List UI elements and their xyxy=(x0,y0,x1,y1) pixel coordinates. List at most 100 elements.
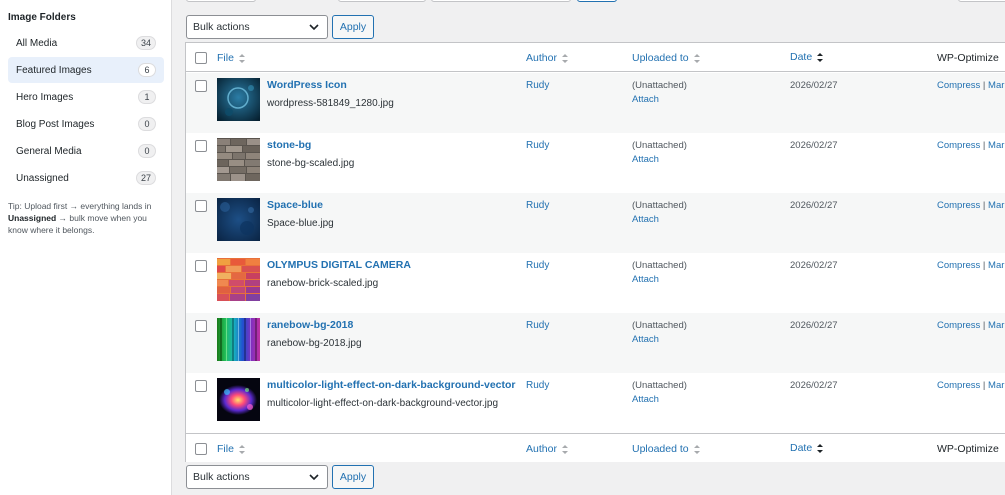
sidebar-title: Image Folders xyxy=(8,12,76,23)
chevron-down-icon xyxy=(309,24,319,31)
compress-link[interactable]: Compress xyxy=(937,140,980,151)
folder-count-badge: 34 xyxy=(135,36,156,50)
attach-link[interactable]: Attach xyxy=(632,214,659,225)
attach-link[interactable]: Attach xyxy=(632,334,659,345)
compress-link[interactable]: Compress xyxy=(937,80,980,91)
column-date-footer[interactable]: Date xyxy=(790,442,824,454)
uploaded-to-status: (Unattached) xyxy=(632,260,687,271)
column-file-footer[interactable]: File xyxy=(217,443,246,455)
column-author-label: Author xyxy=(526,443,557,455)
file-title-link[interactable]: OLYMPUS DIGITAL CAMERA xyxy=(267,259,411,271)
light-effect-thumb[interactable] xyxy=(217,378,260,421)
file-name: ranebow-bg-2018.jpg xyxy=(267,338,362,349)
table-header: File Author Uploaded to Date WP-Optimize xyxy=(186,43,1005,72)
mark-link[interactable]: Mark xyxy=(988,80,1005,91)
table-row: stone-bg stone-bg-scaled.jpg Rudy (Unatt… xyxy=(186,133,1005,193)
column-author-footer[interactable]: Author xyxy=(526,443,569,455)
table-row: OLYMPUS DIGITAL CAMERA ranebow-brick-sca… xyxy=(186,253,1005,313)
file-title-link[interactable]: multicolor-light-effect-on-dark-backgrou… xyxy=(267,379,516,391)
compress-link[interactable]: Compress xyxy=(937,380,980,391)
select-all-checkbox-footer[interactable] xyxy=(195,443,207,455)
apply-button[interactable]: Apply xyxy=(332,15,374,39)
folder-general-media[interactable]: General Media 0 xyxy=(8,138,164,164)
bulk-actions-label: Bulk actions xyxy=(193,21,250,33)
rainbow-stripes-thumb[interactable] xyxy=(217,318,260,361)
folder-label: Featured Images xyxy=(16,64,92,76)
compress-link[interactable]: Compress xyxy=(937,260,980,271)
row-checkbox[interactable] xyxy=(195,140,207,152)
bulk-actions-select-bottom[interactable]: Bulk actions xyxy=(186,465,328,489)
stone-wall-thumb[interactable] xyxy=(217,138,260,181)
column-wp-optimize-label: WP-Optimize xyxy=(937,443,999,455)
folder-hero-images[interactable]: Hero Images 1 xyxy=(8,84,164,110)
table-row: ranebow-bg-2018 ranebow-bg-2018.jpg Rudy… xyxy=(186,313,1005,373)
column-wp-optimize-label: WP-Optimize xyxy=(937,52,999,64)
attach-link[interactable]: Attach xyxy=(632,394,659,405)
column-file[interactable]: File xyxy=(217,52,246,64)
column-wp-optimize: WP-Optimize xyxy=(937,52,999,64)
compress-link[interactable]: Compress xyxy=(937,320,980,331)
attach-link[interactable]: Attach xyxy=(632,94,659,105)
file-name: ranebow-brick-scaled.jpg xyxy=(267,278,379,289)
row-checkbox[interactable] xyxy=(195,80,207,92)
file-title-link[interactable]: WordPress Icon xyxy=(267,79,347,91)
file-title-link[interactable]: ranebow-bg-2018 xyxy=(267,319,353,331)
bulk-actions-select[interactable]: Bulk actions xyxy=(186,15,328,39)
tip-text: Tip: Upload first → everything lands in xyxy=(8,201,152,211)
uploaded-to-status: (Unattached) xyxy=(632,380,687,391)
author-link[interactable]: Rudy xyxy=(526,80,549,91)
table-row: multicolor-light-effect-on-dark-backgrou… xyxy=(186,373,1005,433)
file-name: wordpress-581849_1280.jpg xyxy=(267,98,394,109)
author-link[interactable]: Rudy xyxy=(526,380,549,391)
attach-link[interactable]: Attach xyxy=(632,274,659,285)
file-name: multicolor-light-effect-on-dark-backgrou… xyxy=(267,398,499,409)
mark-link[interactable]: Mark xyxy=(988,140,1005,151)
upload-date: 2026/02/27 xyxy=(790,80,838,91)
mark-link[interactable]: Mark xyxy=(988,320,1005,331)
folder-blog-post-images[interactable]: Blog Post Images 0 xyxy=(8,111,164,137)
top-control-stub xyxy=(338,0,426,2)
author-link[interactable]: Rudy xyxy=(526,200,549,211)
column-author-label: Author xyxy=(526,52,557,64)
table-row: Space-blue Space-blue.jpg Rudy (Unattach… xyxy=(186,193,1005,253)
row-checkbox[interactable] xyxy=(195,200,207,212)
uploaded-to-status: (Unattached) xyxy=(632,200,687,211)
compress-link[interactable]: Compress xyxy=(937,200,980,211)
wpo-actions: Compress | Mark xyxy=(937,200,1005,211)
author-link[interactable]: Rudy xyxy=(526,260,549,271)
file-title-link[interactable]: Space-blue xyxy=(267,199,323,211)
mark-link[interactable]: Mark xyxy=(988,380,1005,391)
author-link[interactable]: Rudy xyxy=(526,320,549,331)
space-blue-thumb[interactable] xyxy=(217,198,260,241)
mark-link[interactable]: Mark xyxy=(988,260,1005,271)
author-link[interactable]: Rudy xyxy=(526,140,549,151)
column-uploaded-to-label: Uploaded to xyxy=(632,52,689,64)
file-title-link[interactable]: stone-bg xyxy=(267,139,311,151)
column-date[interactable]: Date xyxy=(790,51,824,63)
row-checkbox[interactable] xyxy=(195,320,207,332)
attach-link[interactable]: Attach xyxy=(632,154,659,165)
column-author[interactable]: Author xyxy=(526,52,569,64)
file-name: Space-blue.jpg xyxy=(267,218,334,229)
column-date-label: Date xyxy=(790,51,813,63)
column-uploaded-to-footer[interactable]: Uploaded to xyxy=(632,443,701,455)
folder-featured-images[interactable]: Featured Images 6 xyxy=(8,57,164,83)
top-button-stub xyxy=(577,0,617,2)
folder-sidebar: Image Folders All Media 34 Featured Imag… xyxy=(0,0,172,495)
wordpress-icon-thumb[interactable] xyxy=(217,78,260,121)
row-checkbox[interactable] xyxy=(195,380,207,392)
sort-icon xyxy=(561,444,568,454)
select-all-checkbox[interactable] xyxy=(195,52,207,64)
file-name: stone-bg-scaled.jpg xyxy=(267,158,355,169)
rainbow-brick-thumb[interactable] xyxy=(217,258,260,301)
column-uploaded-to[interactable]: Uploaded to xyxy=(632,52,701,64)
column-date-label: Date xyxy=(790,442,813,454)
row-checkbox[interactable] xyxy=(195,260,207,272)
folder-label: Hero Images xyxy=(16,91,74,103)
mark-link[interactable]: Mark xyxy=(988,200,1005,211)
wpo-actions: Compress | Mark xyxy=(937,80,1005,91)
folder-unassigned[interactable]: Unassigned 27 xyxy=(8,165,164,191)
upload-date: 2026/02/27 xyxy=(790,140,838,151)
folder-all-media[interactable]: All Media 34 xyxy=(8,30,164,56)
apply-button-bottom[interactable]: Apply xyxy=(332,465,374,489)
